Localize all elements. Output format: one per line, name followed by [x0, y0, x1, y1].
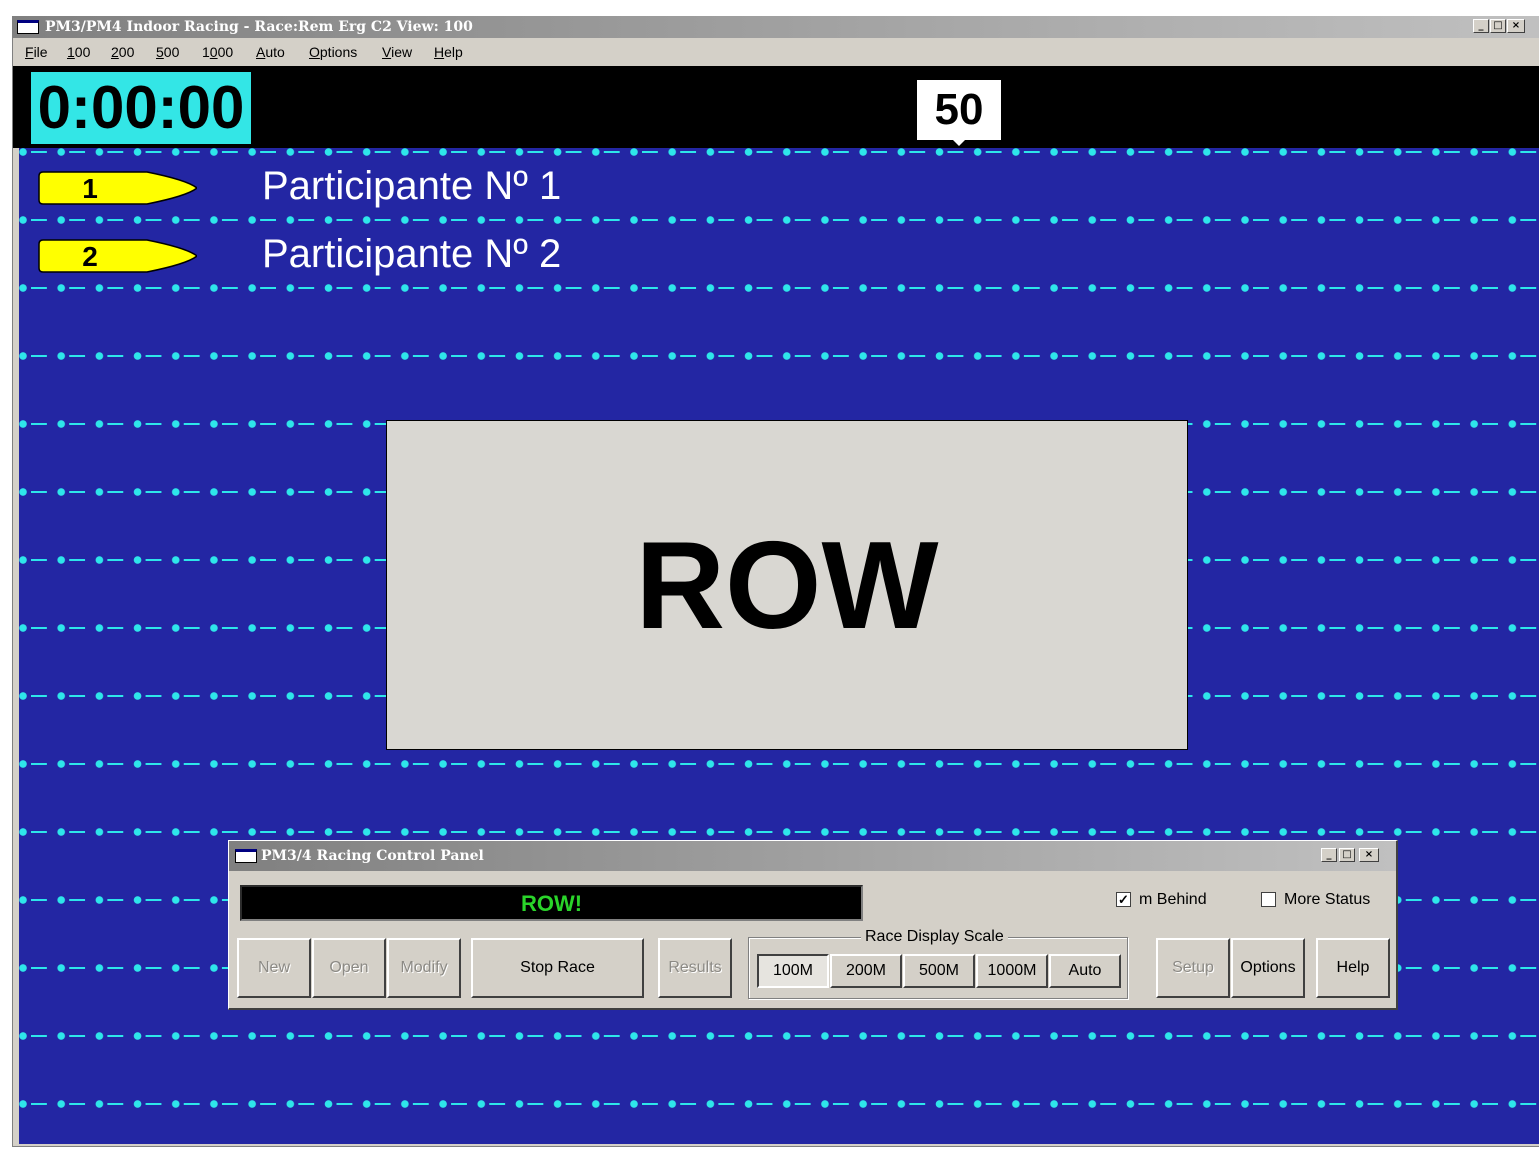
scale-500m-button[interactable]: 500M	[903, 954, 975, 988]
lane-line	[19, 828, 1539, 836]
boat-lane-1: 1	[37, 170, 197, 206]
m-behind-checkbox[interactable]: ✓ m Behind	[1116, 891, 1207, 909]
scale-200m-button[interactable]: 200M	[830, 954, 902, 988]
scale-100m-button[interactable]: 100M	[757, 954, 829, 988]
new-button[interactable]: New	[237, 938, 311, 998]
checkmark-icon[interactable]: ✓	[1116, 892, 1131, 908]
title-bar[interactable]: PM3/PM4 Indoor Racing - Race:Rem Erg C2 …	[13, 16, 1539, 38]
lane-line	[19, 1100, 1539, 1108]
row-message: ROW	[386, 420, 1188, 750]
maximize-button[interactable]: □	[1490, 19, 1506, 33]
setup-button[interactable]: Setup	[1156, 938, 1230, 998]
lane-line	[19, 148, 1539, 156]
modify-button[interactable]: Modify	[387, 938, 461, 998]
menu-help[interactable]: Help	[434, 44, 463, 60]
menu-bar: File 100 200 500 1000 Auto Options View …	[13, 38, 1539, 66]
race-header: 0:00:00 50	[13, 66, 1539, 148]
race-display-scale-group: Race Display Scale 100M 200M 500M 1000M …	[748, 928, 1128, 999]
m-behind-label: m Behind	[1139, 891, 1207, 908]
minimize-button[interactable]: _	[1473, 19, 1489, 33]
participant-name: Participante Nº 2	[262, 232, 562, 276]
menu-1000[interactable]: 1000	[202, 44, 233, 60]
boat-number: 1	[82, 173, 98, 204]
lane-line	[19, 216, 1539, 224]
menu-100[interactable]: 100	[67, 44, 90, 60]
participant-name: Participante Nº 1	[262, 164, 562, 208]
control-panel-title-bar[interactable]: PM3/4 Racing Control Panel _ □ ×	[229, 841, 1396, 871]
lane-line	[19, 760, 1539, 768]
boat-number: 2	[82, 241, 98, 272]
more-status-label: More Status	[1284, 891, 1371, 908]
app-icon[interactable]	[17, 20, 39, 34]
help-button[interactable]: Help	[1316, 938, 1390, 998]
race-timer: 0:00:00	[31, 72, 251, 144]
scale-auto-button[interactable]: Auto	[1049, 954, 1121, 988]
menu-auto[interactable]: Auto	[256, 44, 285, 60]
menu-options[interactable]: Options	[309, 44, 357, 60]
stop-race-button[interactable]: Stop Race	[471, 938, 644, 998]
scale-1000m-button[interactable]: 1000M	[976, 954, 1048, 988]
close-button[interactable]: ×	[1359, 848, 1379, 862]
status-display: ROW!	[240, 885, 863, 921]
options-button[interactable]: Options	[1231, 938, 1305, 998]
scale-legend: Race Display Scale	[861, 928, 1008, 946]
checkbox-box[interactable]	[1261, 892, 1276, 908]
lane-line	[19, 1032, 1539, 1040]
boat-icon	[38, 239, 197, 273]
open-button[interactable]: Open	[312, 938, 386, 998]
boat-lane-2: 2	[37, 238, 197, 274]
results-button[interactable]: Results	[658, 938, 732, 998]
menu-500[interactable]: 500	[156, 44, 179, 60]
control-panel-window: PM3/4 Racing Control Panel _ □ × ROW! ✓ m…	[228, 840, 1398, 1010]
menu-file[interactable]: File	[25, 44, 48, 60]
lane-line	[19, 352, 1539, 360]
app-icon[interactable]	[235, 849, 257, 863]
menu-view[interactable]: View	[382, 44, 412, 60]
minimize-button[interactable]: _	[1321, 848, 1337, 862]
control-panel-title: PM3/4 Racing Control Panel	[261, 848, 484, 864]
close-button[interactable]: ×	[1507, 19, 1525, 33]
menu-200[interactable]: 200	[111, 44, 134, 60]
boat-icon	[38, 171, 197, 205]
distance-marker: 50	[917, 80, 1001, 140]
more-status-checkbox[interactable]: More Status	[1261, 891, 1370, 909]
lane-line	[19, 284, 1539, 292]
distance-pointer-icon	[953, 140, 965, 146]
window-title: PM3/PM4 Indoor Racing - Race:Rem Erg C2 …	[45, 19, 473, 35]
maximize-button[interactable]: □	[1339, 848, 1355, 862]
